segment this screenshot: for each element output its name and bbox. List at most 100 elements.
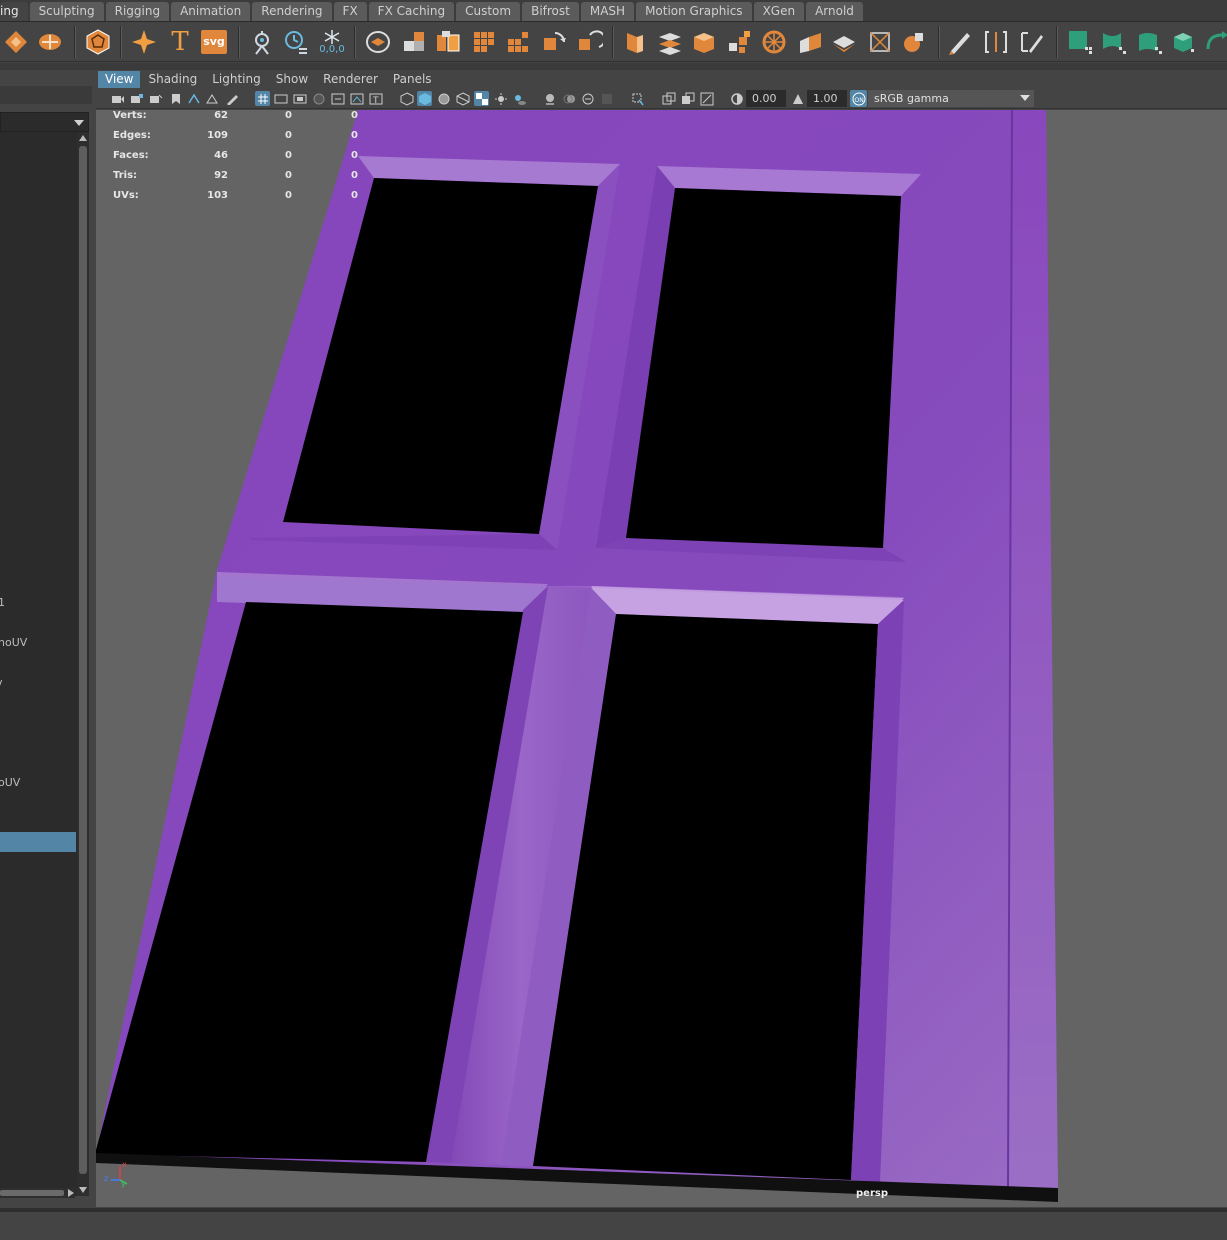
- anti-aliasing-icon[interactable]: [580, 91, 595, 106]
- split-shape-icon[interactable]: [36, 28, 64, 56]
- polyhedron-icon[interactable]: [84, 28, 112, 56]
- smooth-shade-icon[interactable]: [417, 91, 432, 106]
- scroll-up-arrow-icon[interactable]: [79, 135, 87, 141]
- bevel-cube-icon[interactable]: [796, 28, 824, 56]
- sparkle-star-icon[interactable]: [130, 28, 158, 56]
- safe-action-icon[interactable]: [349, 91, 364, 106]
- shelf-tab-fx[interactable]: FX: [333, 2, 367, 21]
- outliner-item[interactable]: 1: [0, 596, 5, 609]
- lights-icon[interactable]: [493, 91, 508, 106]
- camera-lock-icon[interactable]: [129, 91, 144, 106]
- bounding-box-icon[interactable]: [866, 28, 894, 56]
- two-d-pan-icon[interactable]: [204, 91, 219, 106]
- menu-show[interactable]: Show: [269, 71, 315, 88]
- flat-plane-icon[interactable]: [830, 28, 858, 56]
- shelf-tab-bifrost[interactable]: Bifrost: [522, 2, 579, 21]
- field-chart-icon[interactable]: [330, 91, 345, 106]
- motion-blur-icon[interactable]: [562, 91, 577, 106]
- wheel-icon[interactable]: [760, 28, 788, 56]
- green-uv-wave-icon[interactable]: [1136, 28, 1164, 56]
- scrollbar-thumb[interactable]: [0, 1190, 64, 1196]
- bookmark-icon[interactable]: [168, 91, 183, 106]
- gate-mask-icon[interactable]: [311, 91, 326, 106]
- green-uv-cube-icon[interactable]: [1170, 28, 1198, 56]
- wireframe-on-shaded-icon[interactable]: [436, 91, 451, 106]
- time-tool-icon[interactable]: [282, 28, 310, 56]
- shelf-tab-sculpting[interactable]: Sculpting: [29, 2, 104, 21]
- shelf-tab-fx-caching[interactable]: FX Caching: [368, 2, 455, 21]
- resolution-gate-icon[interactable]: [292, 91, 307, 106]
- menu-panels[interactable]: Panels: [386, 71, 439, 88]
- gamma-icon[interactable]: [790, 91, 805, 106]
- xray-icon[interactable]: [661, 91, 676, 106]
- viewport-3d-scene[interactable]: Verts: 62 0 0 Edges: 109 0 0 Faces: 46 0…: [96, 110, 1227, 1207]
- color-space-dropdown[interactable]: sRGB gamma: [868, 90, 1034, 107]
- snowflake-origin-icon[interactable]: 0,0,0: [316, 28, 348, 56]
- film-gate-icon[interactable]: [273, 91, 288, 106]
- blocks-icon[interactable]: [400, 28, 428, 56]
- cut-pen-icon[interactable]: [1018, 28, 1046, 56]
- outliner-filter-dropdown[interactable]: [0, 112, 89, 132]
- textured-icon[interactable]: [455, 91, 470, 106]
- grid-orange-icon[interactable]: [470, 28, 498, 56]
- shadows-icon[interactable]: [512, 91, 527, 106]
- outliner-list[interactable]: 1 hoUV v oUV: [0, 132, 77, 1196]
- bracket-select-icon[interactable]: [982, 28, 1010, 56]
- layer-disc-icon[interactable]: [364, 28, 392, 56]
- open-box-icon[interactable]: [690, 28, 718, 56]
- wireframe-icon[interactable]: [399, 91, 414, 106]
- image-plane-icon[interactable]: [186, 91, 201, 106]
- gamma-field[interactable]: 1.00: [807, 90, 847, 107]
- xray-joints-icon[interactable]: [680, 91, 695, 106]
- outliner-item[interactable]: v: [0, 676, 3, 689]
- planes-stack-icon[interactable]: [656, 28, 684, 56]
- shelf-tab-custom[interactable]: Custom: [456, 2, 521, 21]
- grid-toggle-icon[interactable]: [255, 91, 270, 106]
- shelf-tab-rigging[interactable]: Rigging: [105, 2, 170, 21]
- checker-texture-icon[interactable]: [474, 91, 489, 106]
- shelf-tab-arnold[interactable]: Arnold: [806, 2, 863, 21]
- shelf-tab-animation[interactable]: Animation: [171, 2, 251, 21]
- menu-shading[interactable]: Shading: [141, 71, 204, 88]
- rotate-cube-icon[interactable]: [540, 28, 568, 56]
- svg-tool-icon[interactable]: svg: [200, 28, 228, 56]
- exposure-field[interactable]: 0.00: [746, 90, 786, 107]
- green-uv-square-icon[interactable]: [1066, 28, 1094, 56]
- xray-active-icon[interactable]: [699, 91, 714, 106]
- depth-of-field-icon[interactable]: [599, 91, 614, 106]
- draw-pen-icon[interactable]: [946, 28, 974, 56]
- measure-tool-icon[interactable]: [248, 28, 276, 56]
- scroll-down-arrow-icon[interactable]: [79, 1187, 87, 1193]
- green-uv-loop-icon[interactable]: [1204, 28, 1227, 56]
- camera-attributes-icon[interactable]: [148, 91, 163, 106]
- extrude-icon[interactable]: [620, 28, 648, 56]
- diamond-shape-icon[interactable]: [2, 28, 30, 56]
- shelf-tab-mash[interactable]: MASH: [580, 2, 635, 21]
- safe-title-icon[interactable]: T: [368, 91, 383, 106]
- text-tool-icon[interactable]: T: [166, 28, 194, 56]
- outliner-horizontal-scrollbar[interactable]: [0, 1188, 75, 1198]
- shelf-tab-modeling[interactable]: ing: [0, 2, 28, 21]
- outliner-item[interactable]: oUV: [0, 776, 20, 789]
- menu-renderer[interactable]: Renderer: [316, 71, 385, 88]
- scatter-blocks-icon[interactable]: [726, 28, 754, 56]
- grid-stack-icon[interactable]: [504, 28, 532, 56]
- isolate-select-icon[interactable]: [630, 91, 645, 106]
- sphere-grid-icon[interactable]: [900, 28, 928, 56]
- grease-pencil-icon[interactable]: [224, 91, 239, 106]
- shelf-tab-xgen[interactable]: XGen: [753, 2, 805, 21]
- exposure-icon[interactable]: [729, 91, 744, 106]
- camera-select-icon[interactable]: [110, 91, 125, 106]
- scrollbar-thumb[interactable]: [79, 146, 87, 1174]
- shelf-tab-motion-graphics[interactable]: Motion Graphics: [636, 2, 752, 21]
- green-uv-curve-icon[interactable]: [1100, 28, 1128, 56]
- cubes-icon[interactable]: [434, 28, 462, 56]
- scroll-right-arrow-icon[interactable]: [68, 1189, 74, 1197]
- menu-view[interactable]: View: [98, 71, 141, 88]
- cycle-cube-icon[interactable]: [576, 28, 604, 56]
- shelf-tab-rendering[interactable]: Rendering: [252, 2, 332, 21]
- menu-lighting[interactable]: Lighting: [205, 71, 268, 88]
- outliner-item-selected[interactable]: [0, 832, 76, 852]
- screen-space-ao-icon[interactable]: [542, 91, 557, 106]
- color-management-icon[interactable]: ON: [850, 90, 867, 107]
